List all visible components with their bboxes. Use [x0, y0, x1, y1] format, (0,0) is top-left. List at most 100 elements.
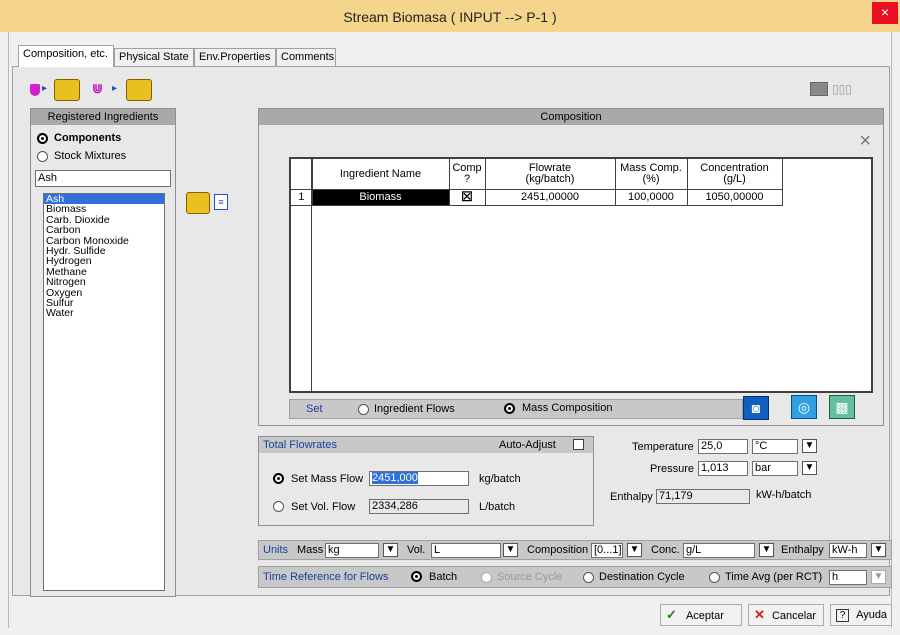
- set-vol-flow-label: Set Vol. Flow: [291, 501, 356, 513]
- comp-checkbox[interactable]: ☒: [449, 189, 486, 206]
- concentration-cell[interactable]: 1050,00000: [687, 189, 783, 206]
- ingredient-list[interactable]: Ash Biomass Carb. Dioxide Carbon Carbon …: [43, 193, 165, 591]
- radio-set-mass-flow[interactable]: [273, 473, 284, 484]
- column-header[interactable]: Concentration (g/L): [687, 159, 783, 190]
- units-label: Units: [263, 544, 289, 556]
- pressure-label: Pressure: [650, 463, 695, 475]
- source-cycle-label: Source Cycle: [497, 571, 563, 583]
- stream-icon[interactable]: [54, 79, 80, 101]
- temperature-unit: °C: [752, 439, 798, 454]
- time-reference-bar: Time Reference for Flows Batch Source Cy…: [258, 566, 892, 588]
- composition-unit-label: Composition: [527, 544, 589, 556]
- radio-time-avg[interactable]: [709, 572, 720, 583]
- vol-flow-field: 2334,286: [369, 499, 469, 514]
- radio-components[interactable]: Components: [37, 131, 121, 145]
- ingredient-flows-label: Ingredient Flows: [374, 403, 455, 415]
- enthalpy-unit-select[interactable]: kW-h: [829, 543, 867, 558]
- radio-button[interactable]: [37, 150, 48, 162]
- composition-unit-select[interactable]: [0...1]: [591, 543, 623, 558]
- list-item[interactable]: Carbon: [44, 225, 164, 236]
- mass-unit-select[interactable]: kg: [325, 543, 379, 558]
- conc-unit-label: Conc.: [651, 544, 680, 556]
- enthalpy-unit-dropdown[interactable]: ▼: [871, 543, 886, 557]
- vol-unit-dropdown[interactable]: ▼: [503, 543, 518, 557]
- table-view-icon[interactable]: [810, 82, 828, 96]
- radio-button-selected[interactable]: [37, 132, 48, 144]
- vol-unit-select[interactable]: L: [431, 543, 501, 558]
- radio-source-cycle[interactable]: [481, 572, 492, 583]
- set-bar: Set Ingredient Flows Mass Composition: [289, 399, 743, 419]
- radio-components-label: Components: [54, 132, 122, 144]
- radio-set-vol-flow[interactable]: [273, 501, 284, 512]
- ingredients-panel: Registered Ingredients Components Stock …: [30, 108, 176, 597]
- zoom-all-icon[interactable]: ▩: [829, 395, 855, 419]
- help-label: Ayuda: [856, 609, 888, 621]
- temperature-label: Temperature: [632, 441, 694, 453]
- temperature-input[interactable]: 25,0: [698, 439, 748, 454]
- batch-label: Batch: [429, 571, 458, 583]
- list-item[interactable]: Water: [44, 308, 164, 319]
- mass-flow-input[interactable]: 2451,000: [369, 471, 469, 486]
- pressure-unit-dropdown[interactable]: ▼: [802, 461, 817, 475]
- auto-adjust-label: Auto-Adjust: [499, 439, 556, 451]
- stream-icon[interactable]: [126, 79, 152, 101]
- search-icon[interactable]: ◎: [791, 395, 817, 419]
- radio-stock-mixtures[interactable]: Stock Mixtures: [37, 149, 126, 163]
- ingredient-search-input[interactable]: Ash: [35, 170, 171, 187]
- units-bar: Units Mass kg ▼ Vol. L ▼ Composition [0.…: [258, 540, 892, 560]
- mixture-icon: ⋓: [92, 81, 103, 96]
- radio-ingredient-flows[interactable]: [358, 404, 369, 415]
- composition-panel: Composition × Ingredient Name Comp ? Flo…: [258, 108, 884, 426]
- conc-unit-select[interactable]: g/L: [683, 543, 755, 558]
- window-close-button[interactable]: ×: [872, 2, 898, 24]
- arrow-right-icon: ▸: [42, 83, 48, 94]
- destination-cycle-label: Destination Cycle: [599, 571, 685, 583]
- composition-header: Composition: [259, 109, 883, 125]
- radio-mass-composition[interactable]: [504, 403, 515, 414]
- tab-composition[interactable]: Composition, etc.: [18, 45, 114, 67]
- enthalpy-field: 71,179: [656, 489, 750, 504]
- tab-comments[interactable]: Comments: [276, 48, 336, 66]
- cancel-label: Cancelar: [771, 610, 816, 622]
- accept-label: Aceptar: [685, 610, 724, 622]
- composition-grid[interactable]: Ingredient Name Comp ? Flowrate (kg/batc…: [289, 157, 873, 393]
- column-header[interactable]: Mass Comp. (%): [615, 159, 688, 190]
- column-header[interactable]: Flowrate (kg/batch): [485, 159, 616, 190]
- zoom-icon[interactable]: ◙: [743, 396, 769, 420]
- x-icon: ✕: [754, 607, 765, 622]
- time-avg-label: Time Avg (per RCT): [725, 571, 823, 583]
- temperature-unit-dropdown[interactable]: ▼: [802, 439, 817, 453]
- tab-physical-state[interactable]: Physical State: [114, 48, 194, 66]
- tab-env-properties[interactable]: Env.Properties: [194, 48, 276, 66]
- close-icon[interactable]: ×: [859, 131, 871, 151]
- tubes-icon[interactable]: ▯▯▯: [832, 82, 862, 96]
- time-avg-unit-select[interactable]: h: [829, 570, 867, 585]
- add-list-icon: ≡: [214, 194, 228, 210]
- radio-destination-cycle[interactable]: [583, 572, 594, 583]
- top-toolbar: ▸ ⋓ ▸: [30, 76, 160, 102]
- flask-icon: [30, 84, 40, 96]
- pressure-unit: bar: [752, 461, 798, 476]
- add-ingredient-button[interactable]: ≡: [186, 190, 234, 216]
- list-item[interactable]: Nitrogen: [44, 277, 164, 288]
- total-flowrates-header: Total Flowrates: [263, 439, 337, 451]
- help-button[interactable]: ? Ayuda: [830, 604, 892, 626]
- ingredient-name-cell[interactable]: Biomass: [312, 189, 450, 206]
- composition-unit-dropdown[interactable]: ▼: [627, 543, 642, 557]
- pressure-input[interactable]: 1,013: [698, 461, 748, 476]
- time-avg-unit-dropdown[interactable]: ▼: [871, 570, 886, 584]
- column-header[interactable]: Comp ?: [449, 159, 486, 190]
- column-header[interactable]: Ingredient Name: [312, 159, 450, 190]
- view-toggle[interactable]: ▯▯▯: [810, 82, 866, 98]
- checkmark-icon: ✓: [666, 607, 677, 622]
- mass-comp-cell[interactable]: 100,0000: [615, 189, 688, 206]
- table-row[interactable]: 1 Biomass ☒ 2451,00000 100,0000 1050,000…: [291, 189, 783, 206]
- auto-adjust-checkbox[interactable]: [573, 439, 584, 450]
- row-header-column: [291, 159, 312, 391]
- conc-unit-dropdown[interactable]: ▼: [759, 543, 774, 557]
- accept-button[interactable]: ✓ Aceptar: [660, 604, 742, 626]
- radio-batch[interactable]: [411, 571, 422, 582]
- mass-unit-dropdown[interactable]: ▼: [383, 543, 398, 557]
- cancel-button[interactable]: ✕ Cancelar: [748, 604, 824, 626]
- flowrate-cell[interactable]: 2451,00000: [485, 189, 616, 206]
